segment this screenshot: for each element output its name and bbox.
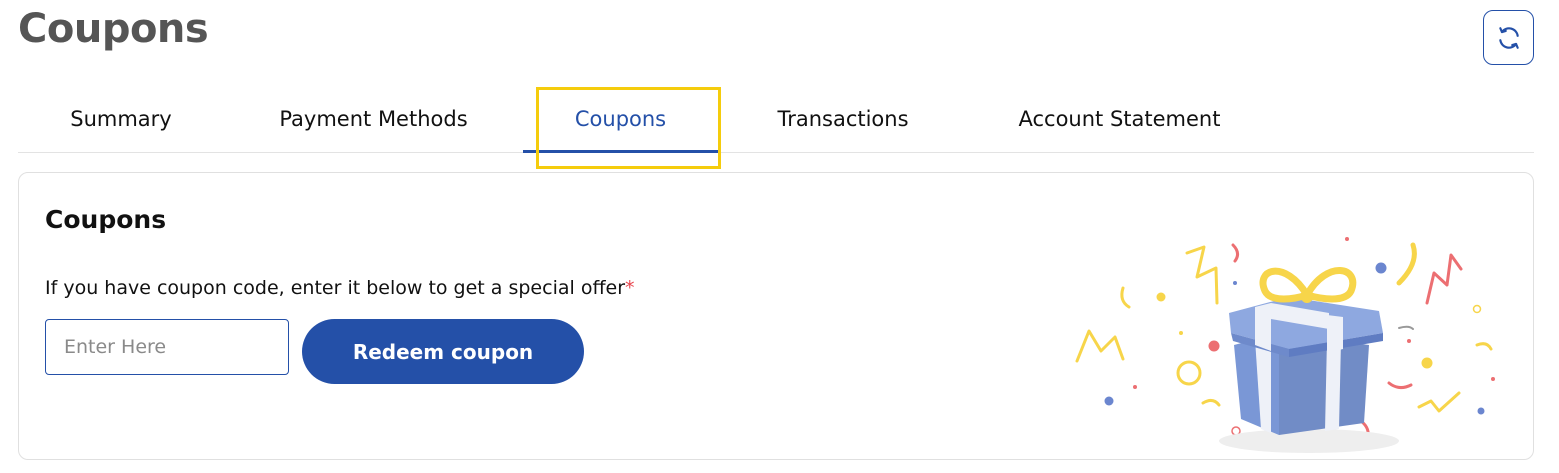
gift-box bbox=[1229, 267, 1383, 435]
coupon-code-input[interactable] bbox=[45, 319, 289, 375]
tab-transactions[interactable]: Transactions bbox=[718, 86, 968, 152]
gift-box-icon bbox=[1075, 237, 1495, 453]
tab-summary[interactable]: Summary bbox=[18, 86, 224, 152]
card-title: Coupons bbox=[45, 205, 167, 234]
tab-payment-methods[interactable]: Payment Methods bbox=[224, 86, 523, 152]
refresh-button[interactable] bbox=[1483, 10, 1534, 65]
tab-bar: Summary Payment Methods Coupons Transact… bbox=[18, 86, 1534, 153]
tab-payment-methods-label: Payment Methods bbox=[279, 107, 468, 131]
tab-account-statement[interactable]: Account Statement bbox=[968, 86, 1271, 152]
redeem-coupon-button[interactable]: Redeem coupon bbox=[302, 319, 584, 384]
coupon-description-text: If you have coupon code, enter it below … bbox=[45, 277, 626, 299]
tab-coupons[interactable]: Coupons bbox=[523, 86, 718, 153]
tab-transactions-label: Transactions bbox=[777, 107, 909, 131]
refresh-icon bbox=[1498, 26, 1519, 49]
coupons-page: Coupons Summary Payment Methods Coupons … bbox=[0, 0, 1559, 473]
page-title: Coupons bbox=[18, 6, 209, 52]
tab-account-statement-label: Account Statement bbox=[1018, 107, 1221, 131]
required-mark: * bbox=[625, 277, 635, 299]
coupons-card: Coupons If you have coupon code, enter i… bbox=[18, 172, 1534, 460]
tab-summary-label: Summary bbox=[70, 107, 172, 131]
coupon-description: If you have coupon code, enter it below … bbox=[45, 277, 635, 299]
tab-coupons-label: Coupons bbox=[574, 107, 667, 131]
